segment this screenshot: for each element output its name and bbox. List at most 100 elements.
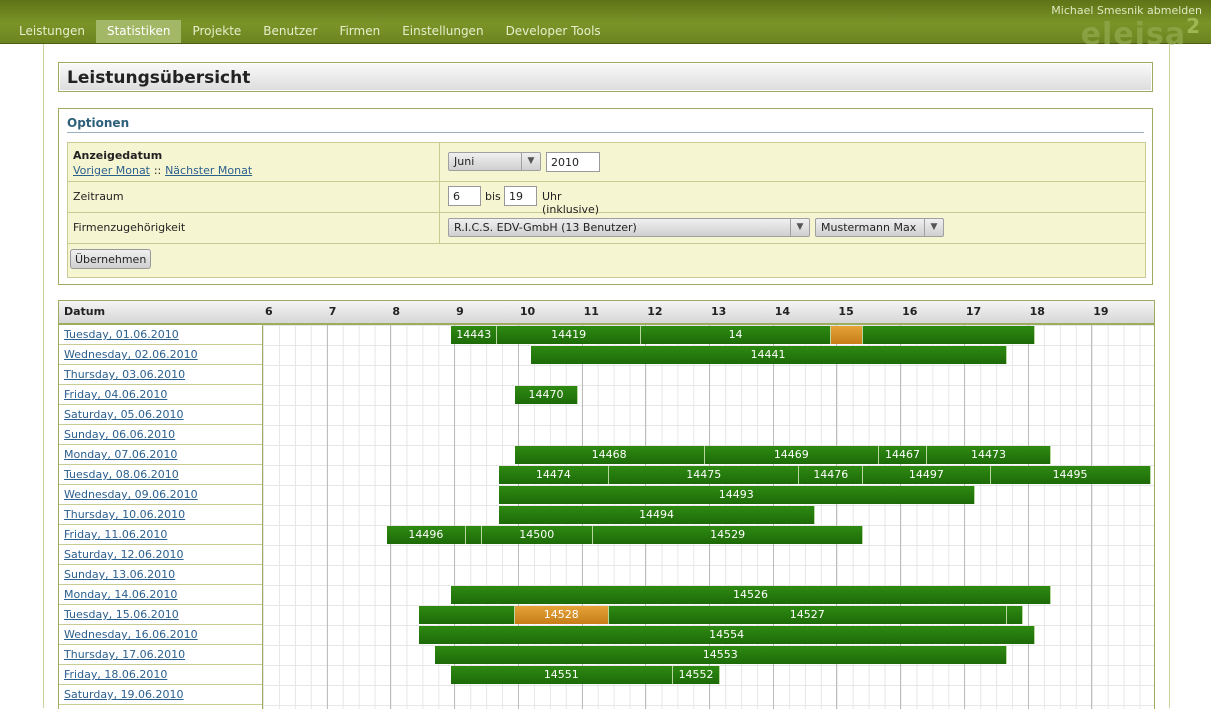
date-row: Wednesday, 16.06.2010 [59,625,262,645]
task-bar[interactable]: 14529 [593,526,864,544]
date-link[interactable]: Tuesday, 08.06.2010 [64,468,179,481]
option-row-period: Zeitraum bis Uhr (inklusive) [68,181,1145,216]
date-row: Tuesday, 08.06.2010 [59,465,262,485]
task-bar[interactable]: 14467 [879,446,927,464]
date-link[interactable]: Monday, 14.06.2010 [64,588,177,601]
company-select[interactable]: R.I.C.S. EDV-GmbH (13 Benutzer) ▼ [448,218,810,237]
date-link[interactable]: Wednesday, 02.06.2010 [64,348,198,361]
date-link[interactable]: Monday, 07.06.2010 [64,448,177,461]
nav-benutzer[interactable]: Benutzer [252,20,328,43]
date-row: Tuesday, 01.06.2010 [59,325,262,345]
task-bar[interactable]: 14468 [514,446,705,464]
option-label-cell: Zeitraum [68,181,440,212]
next-month-link[interactable]: Nächster Monat [165,164,252,177]
gantt-header: Datum 6 7 8 9 10 11 12 13 14 15 16 17 18 19 [59,301,1154,325]
date-row: Friday, 11.06.2010 [59,525,262,545]
date-link[interactable]: Saturday, 05.06.2010 [64,408,184,421]
date-row: Monday, 07.06.2010 [59,445,262,465]
from-hour-input[interactable] [448,186,481,206]
task-bar[interactable] [1006,606,1024,624]
task-bar[interactable] [831,326,864,344]
date-link[interactable]: Sunday, 13.06.2010 [64,568,175,581]
task-bar[interactable]: 14475 [608,466,800,484]
task-bar[interactable] [863,326,1036,344]
nav-einstellungen[interactable]: Einstellungen [391,20,494,43]
to-hour-input[interactable] [504,186,537,206]
task-bar[interactable]: 14552 [672,666,721,684]
date-link[interactable]: Wednesday, 16.06.2010 [64,628,198,641]
hour-gridline [1091,325,1093,709]
task-bar[interactable]: 14551 [450,666,673,684]
task-bar[interactable]: 14473 [926,446,1052,464]
date-row: Wednesday, 09.06.2010 [59,485,262,505]
date-link[interactable]: Saturday, 19.06.2010 [64,688,184,701]
task-bar[interactable]: 14494 [498,506,816,524]
nav-firmen[interactable]: Firmen [328,20,391,43]
gantt-chart: Datum 6 7 8 9 10 11 12 13 14 15 16 17 18 19 Tuesday, … [58,300,1155,709]
hour-gridline [1027,325,1029,709]
task-bar[interactable]: 14495 [990,466,1151,484]
hour-label: 15 [838,305,854,318]
task-bar[interactable] [419,606,515,624]
option-label-cell: Firmenzugehörigkeit [68,212,440,243]
date-row: Thursday, 03.06.2010 [59,365,262,385]
date-link[interactable]: Tuesday, 01.06.2010 [64,328,179,341]
task-bar[interactable]: 14526 [450,586,1052,604]
nav-statistiken[interactable]: Statistiken [95,20,182,43]
date-link[interactable]: Sunday, 06.06.2010 [64,428,175,441]
nav-projekte[interactable]: Projekte [181,20,252,43]
nav-leistungen[interactable]: Leistungen [8,20,96,43]
prev-month-link[interactable]: Voriger Monat [73,164,150,177]
task-bar[interactable]: 14496 [387,526,466,544]
gantt-date-header: Datum [64,305,106,318]
date-link[interactable]: Wednesday, 09.06.2010 [64,488,198,501]
month-select[interactable]: Juni ▼ [448,152,541,171]
task-bar[interactable] [465,526,482,544]
month-nav-separator: :: [153,164,162,177]
month-nav: Voriger Monat :: Nächster Monat [73,163,439,177]
period-label: Zeitraum [73,190,124,203]
brand-sup: 2 [1186,14,1201,38]
date-link[interactable]: Friday, 11.06.2010 [64,528,167,541]
date-link[interactable]: Friday, 18.06.2010 [64,668,167,681]
task-bar[interactable]: 14493 [498,486,975,504]
date-link[interactable]: Saturday, 12.06.2010 [64,548,184,561]
task-bar[interactable]: 14500 [481,526,594,544]
date-row: Sunday, 13.06.2010 [59,565,262,585]
company-label: Firmenzugehörigkeit [73,221,186,234]
hour-label: 7 [328,305,337,318]
date-row: Saturday, 05.06.2010 [59,405,262,425]
task-bar[interactable]: 14474 [498,466,609,484]
task-bar[interactable]: 14469 [704,446,880,464]
top-bar: Michael Smesnik abmelden eleisa2 Leistun… [0,0,1211,52]
task-bar[interactable]: 14554 [419,626,1036,644]
task-bar[interactable]: 14497 [863,466,991,484]
task-bar[interactable]: 14528 [514,606,609,624]
task-bar[interactable]: 14441 [530,346,1007,364]
option-label-cell: Anzeigedatum Voriger Monat :: Nächster M… [68,143,440,181]
task-bar[interactable]: 14476 [799,466,864,484]
main-nav: Leistungen Statistiken Projekte Benutzer… [8,20,612,43]
options-panel: Optionen Anzeigedatum Voriger Monat :: N… [58,108,1153,285]
apply-button[interactable]: Übernehmen [70,249,152,269]
task-bar[interactable]: 14443 [450,326,498,344]
date-link[interactable]: Tuesday, 15.06.2010 [64,608,179,621]
date-link[interactable]: Friday, 04.06.2010 [64,388,167,401]
task-bar[interactable]: 14 [640,326,832,344]
task-bar[interactable]: 14419 [497,326,641,344]
task-bar[interactable]: 14527 [608,606,1007,624]
task-bar[interactable]: 14470 [514,386,579,404]
date-link[interactable]: Thursday, 10.06.2010 [64,508,185,521]
nav-developer-tools[interactable]: Developer Tools [495,20,612,43]
date-row: Friday, 18.06.2010 [59,665,262,685]
page-content: Leistungsübersicht Optionen Anzeigedatum… [43,44,1170,709]
chevron-down-icon: ▼ [521,153,540,170]
task-bar[interactable]: 14553 [435,646,1007,664]
date-link[interactable]: Thursday, 03.06.2010 [64,368,185,381]
date-row: Saturday, 12.06.2010 [59,545,262,565]
month-select-value: Juni [454,155,475,168]
user-select[interactable]: Mustermann Max ▼ [815,218,944,237]
date-row: Monday, 14.06.2010 [59,585,262,605]
year-input[interactable] [546,152,600,172]
date-link[interactable]: Thursday, 17.06.2010 [64,648,185,661]
